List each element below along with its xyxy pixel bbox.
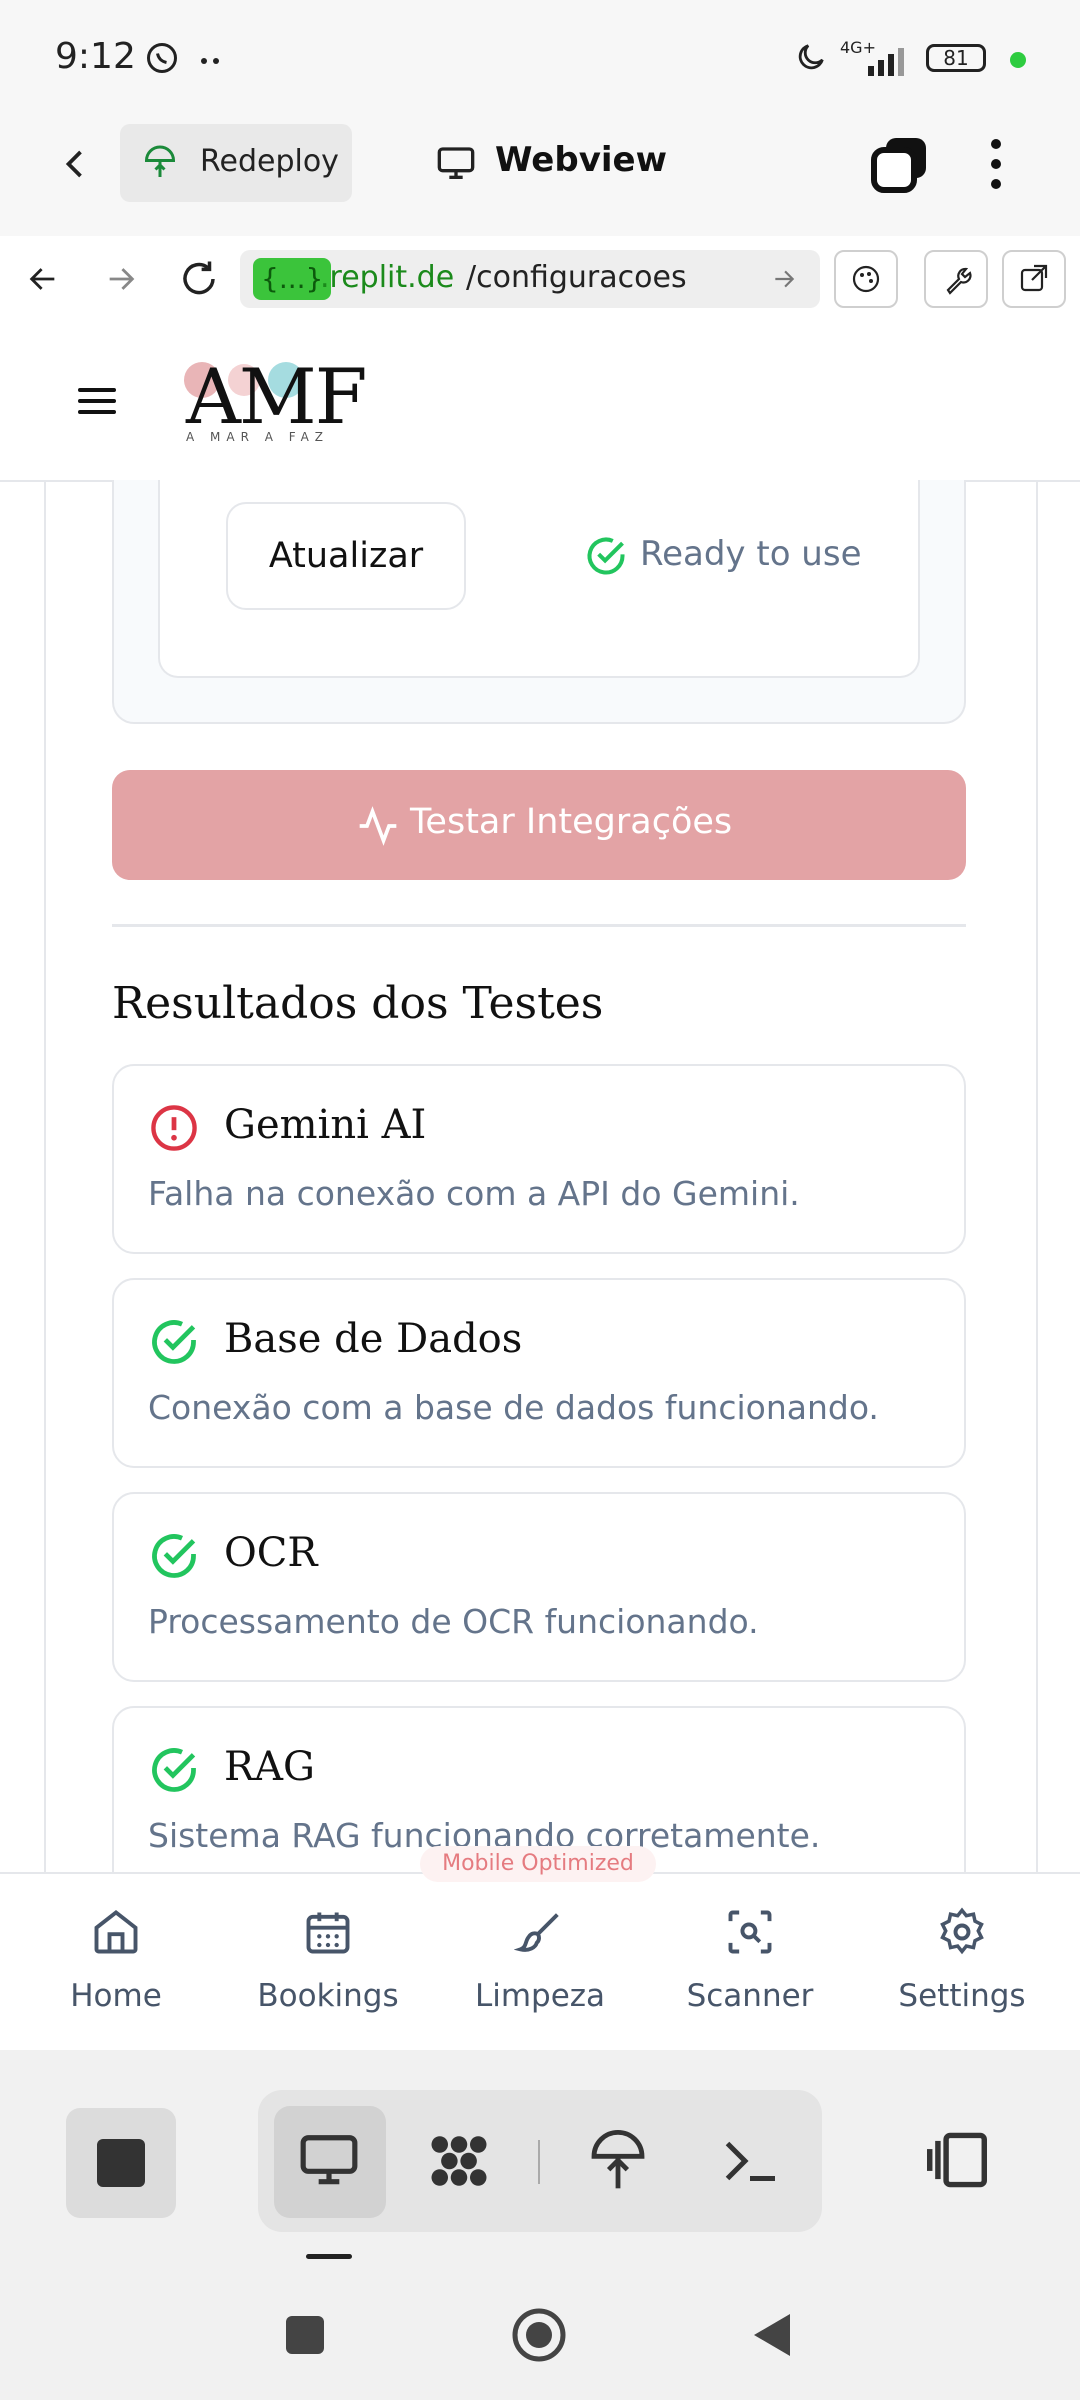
nav-label: Scanner: [686, 1978, 814, 2014]
battery-indicator: 81: [926, 44, 986, 72]
brush-icon: [440, 1906, 640, 1958]
webview-tab-label[interactable]: Webview: [495, 140, 667, 180]
calendar-icon: [228, 1906, 428, 1958]
split-view-icon[interactable]: [924, 2130, 990, 2190]
nav-label: Home: [70, 1978, 162, 2014]
nav-settings[interactable]: Settings: [862, 1906, 1062, 2014]
result-card-database: Base de Dados Conexão com a base de dado…: [112, 1278, 966, 1468]
nav-bookings[interactable]: Bookings: [228, 1906, 428, 2014]
redeploy-label: Redeploy: [200, 144, 339, 179]
hamburger-menu-icon[interactable]: [78, 386, 116, 416]
nav-label: Limpeza: [474, 1978, 606, 2014]
test-integrations-label: Testar Integrações: [410, 802, 733, 842]
home-icon: [16, 1906, 216, 1958]
agent-icon[interactable]: [424, 2128, 494, 2194]
check-circle-icon: [584, 534, 628, 578]
update-button[interactable]: Atualizar: [226, 502, 466, 610]
signal-icon: [866, 46, 914, 76]
devtools-button[interactable]: [924, 250, 988, 308]
result-card-gemini: Gemini AI Falha na conexão com a API do …: [112, 1064, 966, 1254]
results-title: Resultados dos Testes: [112, 978, 604, 1029]
result-card-ocr: OCR Processamento de OCR funcionando.: [112, 1492, 966, 1682]
result-message: Conexão com a base de dados funcionando.: [148, 1388, 879, 1427]
result-message: Processamento de OCR funcionando.: [148, 1602, 759, 1641]
active-indicator: [306, 2254, 352, 2259]
browser-forward-icon[interactable]: [102, 262, 140, 296]
result-message: Falha na conexão com a API do Gemini.: [148, 1174, 800, 1213]
url-host: .replit.de: [320, 260, 455, 295]
activity-icon: [356, 804, 400, 848]
check-circle-icon: [148, 1744, 200, 1796]
tabs-icon[interactable]: [870, 134, 930, 194]
alert-circle-icon: [148, 1102, 200, 1154]
status-text: Ready to use: [640, 534, 862, 574]
check-circle-icon: [148, 1530, 200, 1582]
more-notifications-icon: [200, 56, 222, 66]
external-link-icon: [1020, 264, 1048, 292]
gear-icon: [862, 1906, 1062, 1958]
nav-home[interactable]: Home: [16, 1906, 216, 2014]
home-button-icon[interactable]: [510, 2306, 568, 2364]
deploy-icon: [142, 144, 178, 180]
app-header: [0, 326, 1080, 482]
deployments-icon[interactable]: [586, 2126, 650, 2192]
reload-icon[interactable]: [178, 258, 220, 300]
privacy-dot: [1010, 52, 1026, 68]
monitor-icon: [436, 144, 476, 184]
open-external-button[interactable]: [1002, 250, 1066, 308]
result-name: Base de Dados: [224, 1316, 523, 1362]
terminal-icon[interactable]: [720, 2136, 780, 2186]
webview-icon[interactable]: [296, 2130, 362, 2192]
logo[interactable]: AMF: [186, 352, 367, 441]
whatsapp-icon: [144, 40, 180, 76]
scan-icon: [650, 1906, 850, 1958]
url-path: /configuracoes: [466, 260, 687, 295]
divider: [112, 924, 966, 927]
stop-button[interactable]: [66, 2108, 176, 2218]
nav-scanner[interactable]: Scanner: [650, 1906, 850, 2014]
nav-label: Bookings: [257, 1978, 399, 2014]
system-back-icon[interactable]: [752, 2312, 792, 2358]
result-name: Gemini AI: [224, 1102, 427, 1148]
nav-limpeza[interactable]: Limpeza: [440, 1906, 640, 2014]
recent-apps-icon[interactable]: [286, 2316, 324, 2354]
stop-icon: [97, 2139, 145, 2187]
logo-subtitle: A MAR A FAZ: [186, 430, 329, 444]
mobile-optimized-badge: Mobile Optimized: [420, 1846, 656, 1882]
palette-button[interactable]: [834, 250, 898, 308]
status-time: 9:12: [55, 36, 136, 77]
wrench-icon: [946, 267, 972, 295]
result-name: RAG: [224, 1744, 315, 1790]
dock-separator: [538, 2140, 540, 2184]
back-arrow-icon[interactable]: [58, 142, 94, 186]
go-arrow-icon[interactable]: [770, 266, 798, 292]
redeploy-button[interactable]: Redeploy: [120, 124, 352, 202]
moon-icon: [794, 40, 828, 74]
browser-back-icon[interactable]: [24, 262, 62, 296]
test-integrations-button[interactable]: Testar Integrações: [112, 770, 966, 880]
check-circle-icon: [148, 1316, 200, 1368]
more-vert-icon[interactable]: [986, 138, 1006, 190]
result-name: OCR: [224, 1530, 318, 1576]
nav-label: Settings: [898, 1978, 1026, 2014]
palette-icon: [852, 265, 880, 293]
